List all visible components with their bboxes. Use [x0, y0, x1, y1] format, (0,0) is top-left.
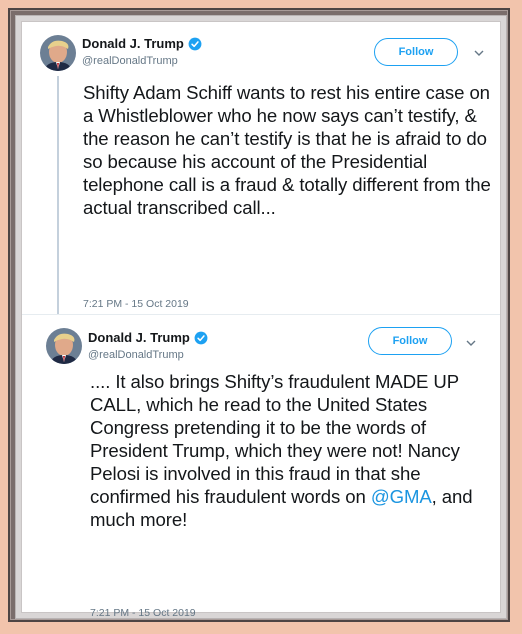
verified-badge-icon	[194, 331, 208, 344]
tweet-text: Shifty Adam Schiff wants to rest his ent…	[83, 82, 491, 218]
tweet-timestamp[interactable]: 7:21 PM - 15 Oct 2019	[83, 298, 189, 310]
author-handle[interactable]: @realDonaldTrump	[88, 349, 184, 361]
author-name[interactable]: Donald J. Trump	[88, 330, 190, 345]
tweet: Donald J. Trump @realDonaldTrump Follow …	[22, 316, 500, 619]
tweet-timestamp[interactable]: 7:21 PM - 15 Oct 2019	[90, 607, 196, 619]
follow-button[interactable]: Follow	[374, 38, 458, 66]
follow-button[interactable]: Follow	[368, 327, 452, 355]
tweet-text: .... It also brings Shifty’s fraudulent …	[90, 370, 494, 531]
tweet-thread-card: Donald J. Trump @realDonaldTrump Follow …	[21, 21, 501, 619]
chevron-down-icon[interactable]	[466, 340, 476, 346]
author-row: Donald J. Trump	[88, 330, 208, 345]
verified-badge-icon	[188, 37, 202, 50]
chevron-down-icon[interactable]	[474, 50, 484, 56]
author-handle[interactable]: @realDonaldTrump	[82, 55, 178, 67]
thread-connector	[57, 76, 59, 314]
tweet-divider	[22, 314, 500, 315]
avatar[interactable]	[40, 35, 76, 71]
author-row: Donald J. Trump	[82, 36, 202, 51]
tweet: Donald J. Trump @realDonaldTrump Follow …	[22, 22, 500, 314]
mention-link[interactable]: @GMA	[371, 486, 432, 507]
author-name[interactable]: Donald J. Trump	[82, 36, 184, 51]
avatar[interactable]	[46, 328, 82, 364]
